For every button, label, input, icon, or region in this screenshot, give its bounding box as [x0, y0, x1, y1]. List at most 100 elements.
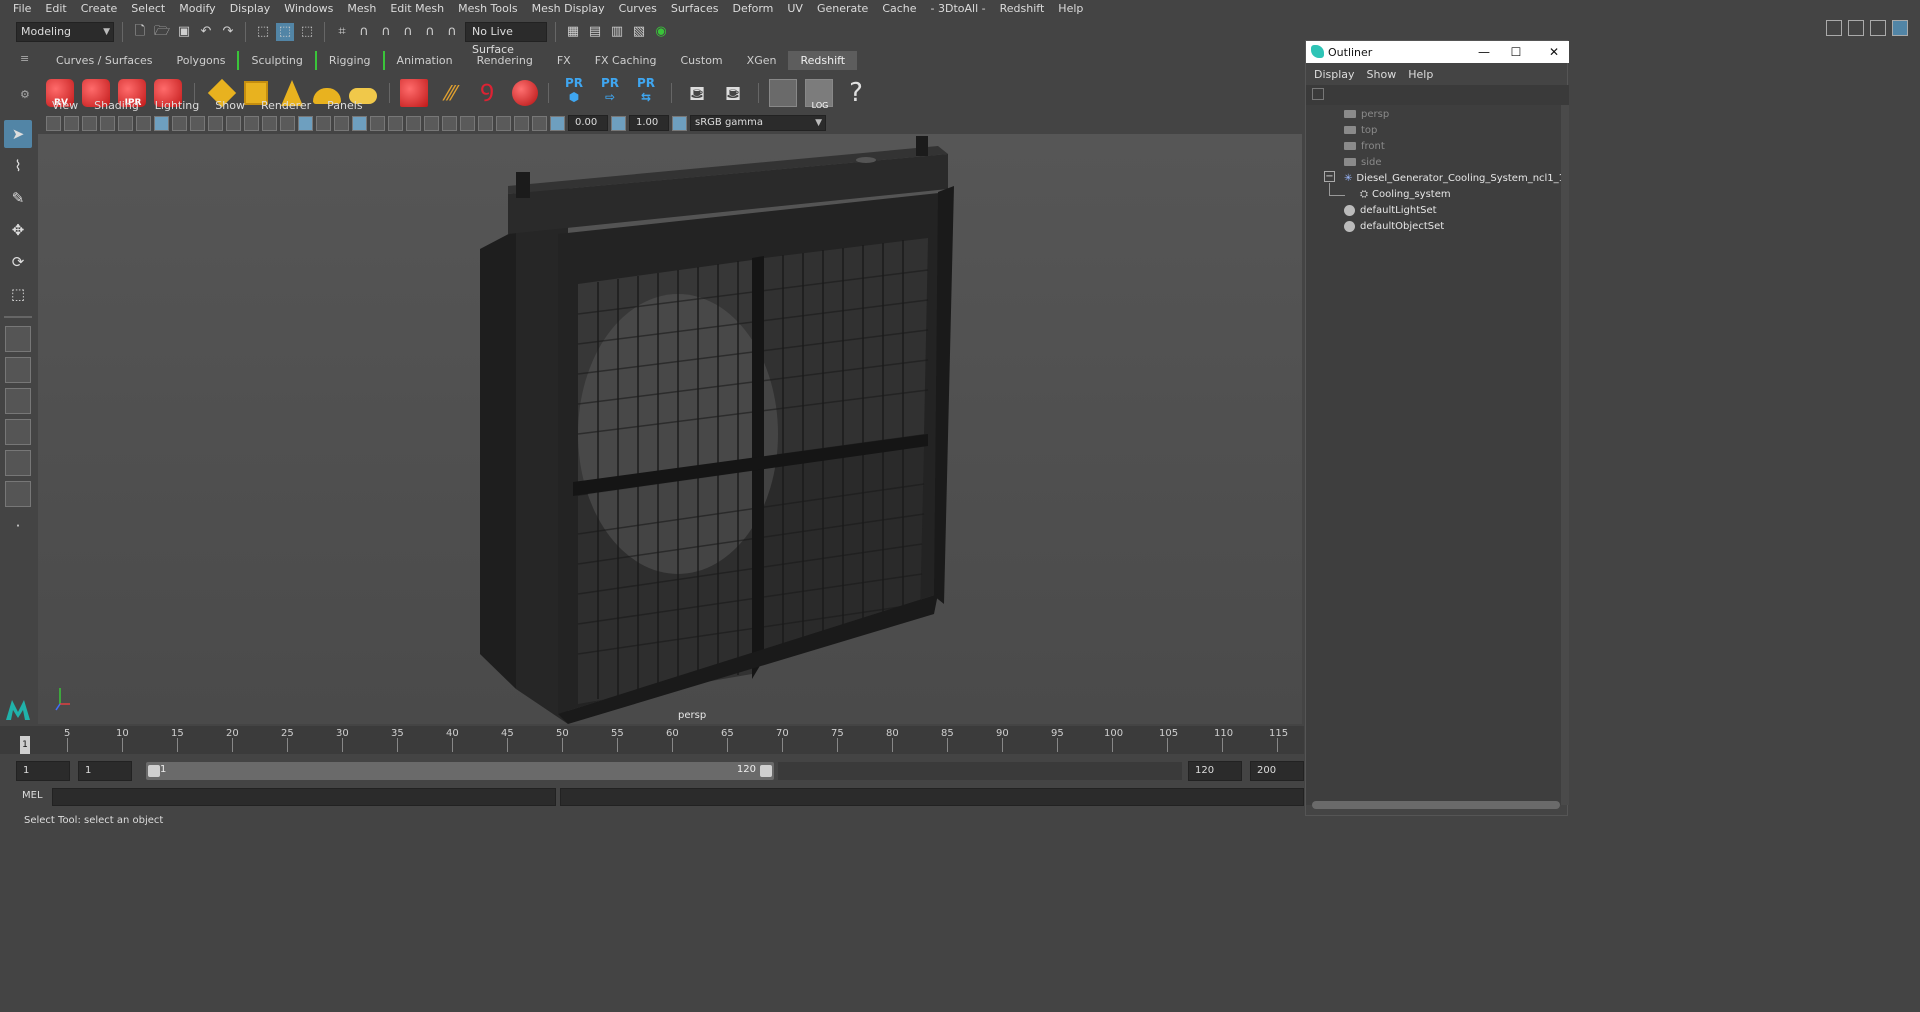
single-pane-layout-icon[interactable] — [5, 326, 31, 352]
wireframe-icon[interactable] — [280, 115, 295, 131]
snap-live-icon[interactable]: ∩ — [443, 23, 461, 41]
outliner-menu-display[interactable]: Display — [1308, 68, 1361, 81]
range-end-handle[interactable] — [760, 765, 772, 777]
snap-point-icon[interactable]: ∩ — [377, 23, 395, 41]
rotate-tool-icon[interactable]: ⟳ — [4, 248, 32, 276]
more-layouts-icon[interactable]: · — [4, 512, 32, 540]
outliner-item-cooling-system[interactable]: ⛭ Cooling_system — [1360, 187, 1451, 203]
xray-icon[interactable] — [496, 115, 511, 131]
outliner-menu-show[interactable]: Show — [1361, 68, 1403, 81]
snap-surface-icon[interactable]: ∩ — [421, 23, 439, 41]
tab-xgen[interactable]: XGen — [735, 51, 789, 70]
tool-settings-icon[interactable] — [1870, 20, 1886, 36]
snap-grid-icon[interactable]: ⌗ — [333, 23, 351, 41]
safe-action-icon[interactable] — [244, 115, 259, 131]
shelf-settings-icon[interactable]: ⚙ — [20, 88, 30, 101]
panel-menu-shading[interactable]: Shading — [86, 99, 147, 112]
snap-view-icon[interactable]: ∩ — [399, 23, 417, 41]
image-plane-icon[interactable] — [100, 115, 115, 131]
depth-of-field-icon[interactable] — [460, 115, 475, 131]
menu-edit[interactable]: Edit — [38, 0, 73, 18]
redo-icon[interactable]: ↷ — [219, 23, 237, 41]
outliner-item-front[interactable]: front — [1344, 139, 1385, 155]
paint-select-icon[interactable]: ✎ — [4, 184, 32, 212]
panel-menu-lighting[interactable]: Lighting — [147, 99, 207, 112]
collapse-toggle-icon[interactable]: − — [1324, 171, 1335, 182]
tab-custom[interactable]: Custom — [669, 51, 735, 70]
ambient-occlusion-icon[interactable] — [406, 115, 421, 131]
command-input[interactable] — [52, 788, 556, 806]
outliner-menu-help[interactable]: Help — [1402, 68, 1439, 81]
attribute-editor-icon[interactable] — [1848, 20, 1864, 36]
2d-pan-zoom-icon[interactable] — [118, 115, 133, 131]
undo-icon[interactable]: ↶ — [197, 23, 215, 41]
save-scene-icon[interactable]: ▣ — [175, 23, 193, 41]
animation-start-field[interactable]: 1 — [16, 761, 70, 781]
tab-rendering[interactable]: Rendering — [465, 51, 545, 70]
menu-redshift[interactable]: Redshift — [993, 0, 1052, 18]
outliner-item-persp[interactable]: persp — [1344, 107, 1389, 123]
new-scene-icon[interactable]: 🗋 — [131, 23, 149, 41]
menu-surfaces[interactable]: Surfaces — [664, 0, 726, 18]
exposure-icon[interactable] — [550, 115, 565, 131]
menu-select[interactable]: Select — [124, 0, 172, 18]
shaded-wireframe-icon[interactable] — [334, 115, 349, 131]
resolution-gate-icon[interactable] — [190, 115, 205, 131]
tab-sculpting[interactable]: Sculpting — [237, 51, 314, 70]
outliner-horizontal-scrollbar[interactable] — [1312, 801, 1560, 809]
bookmark-icon[interactable] — [82, 115, 97, 131]
menu-mesh-display[interactable]: Mesh Display — [525, 0, 612, 18]
gamma-field[interactable]: 1.00 — [629, 115, 669, 131]
outliner-item-side[interactable]: side — [1344, 155, 1382, 171]
menu-cache[interactable]: Cache — [875, 0, 923, 18]
scale-tool-icon[interactable]: ⬚ — [4, 280, 32, 308]
select-tool-icon[interactable]: ➤ — [4, 120, 32, 148]
playback-start-field[interactable]: 1 — [78, 761, 132, 781]
use-all-lights-icon[interactable] — [370, 115, 385, 131]
time-slider[interactable]: 5 10 15 20 25 30 35 40 45 50 55 60 65 70… — [0, 726, 1304, 754]
four-pane-layout-icon[interactable] — [5, 357, 31, 383]
outliner-item-default-object-set[interactable]: defaultObjectSet — [1344, 219, 1444, 235]
menu-help[interactable]: Help — [1051, 0, 1090, 18]
outliner-item-default-light-set[interactable]: defaultLightSet — [1344, 203, 1437, 219]
outliner-item-top[interactable]: top — [1344, 123, 1377, 139]
shelf-menu-icon[interactable]: ≡ — [20, 52, 29, 65]
menu-3dtoall[interactable]: - 3DtoAll - — [924, 0, 993, 18]
xray-components-icon[interactable] — [532, 115, 547, 131]
panel-menu-panels[interactable]: Panels — [319, 99, 370, 112]
perspective-viewport[interactable]: persp — [38, 134, 1302, 724]
anti-aliasing-icon[interactable] — [442, 115, 457, 131]
side-by-side-layout-icon[interactable] — [5, 388, 31, 414]
menu-curves[interactable]: Curves — [612, 0, 664, 18]
xray-joints-icon[interactable] — [514, 115, 529, 131]
menu-display[interactable]: Display — [223, 0, 278, 18]
stacked-layout-icon[interactable] — [5, 419, 31, 445]
menu-file[interactable]: File — [6, 0, 38, 18]
outliner-vertical-scrollbar[interactable] — [1561, 105, 1569, 805]
menu-deform[interactable]: Deform — [725, 0, 780, 18]
snap-curve-icon[interactable]: ∩ — [355, 23, 373, 41]
menu-uv[interactable]: UV — [780, 0, 810, 18]
tab-rigging[interactable]: Rigging — [314, 51, 383, 70]
animation-end-field[interactable]: 200 — [1250, 761, 1304, 781]
gamma-icon[interactable] — [611, 115, 626, 131]
exposure-field[interactable]: 0.00 — [568, 115, 608, 131]
playback-range-bar[interactable]: 1 120 — [146, 762, 774, 780]
grid-icon[interactable] — [154, 115, 169, 131]
tab-fx-caching[interactable]: FX Caching — [583, 51, 669, 70]
current-frame-marker[interactable]: 1 — [20, 736, 30, 754]
move-tool-icon[interactable]: ✥ — [4, 216, 32, 244]
workspace-dropdown[interactable]: Modeling ▼ — [16, 22, 114, 42]
safe-title-icon[interactable] — [262, 115, 277, 131]
camera-attr-icon[interactable] — [64, 115, 79, 131]
menu-mesh[interactable]: Mesh — [340, 0, 383, 18]
menu-windows[interactable]: Windows — [277, 0, 340, 18]
minimize-icon[interactable]: — — [1474, 43, 1494, 61]
hypershade-icon[interactable]: ◉ — [652, 23, 670, 41]
render-view-icon[interactable]: ▦ — [564, 23, 582, 41]
channel-box-icon[interactable] — [1892, 20, 1908, 36]
script-language-toggle[interactable]: MEL — [22, 790, 43, 801]
menu-mesh-tools[interactable]: Mesh Tools — [451, 0, 525, 18]
outliner-persp-layout-icon[interactable] — [5, 450, 31, 476]
range-start-handle[interactable] — [148, 765, 160, 777]
